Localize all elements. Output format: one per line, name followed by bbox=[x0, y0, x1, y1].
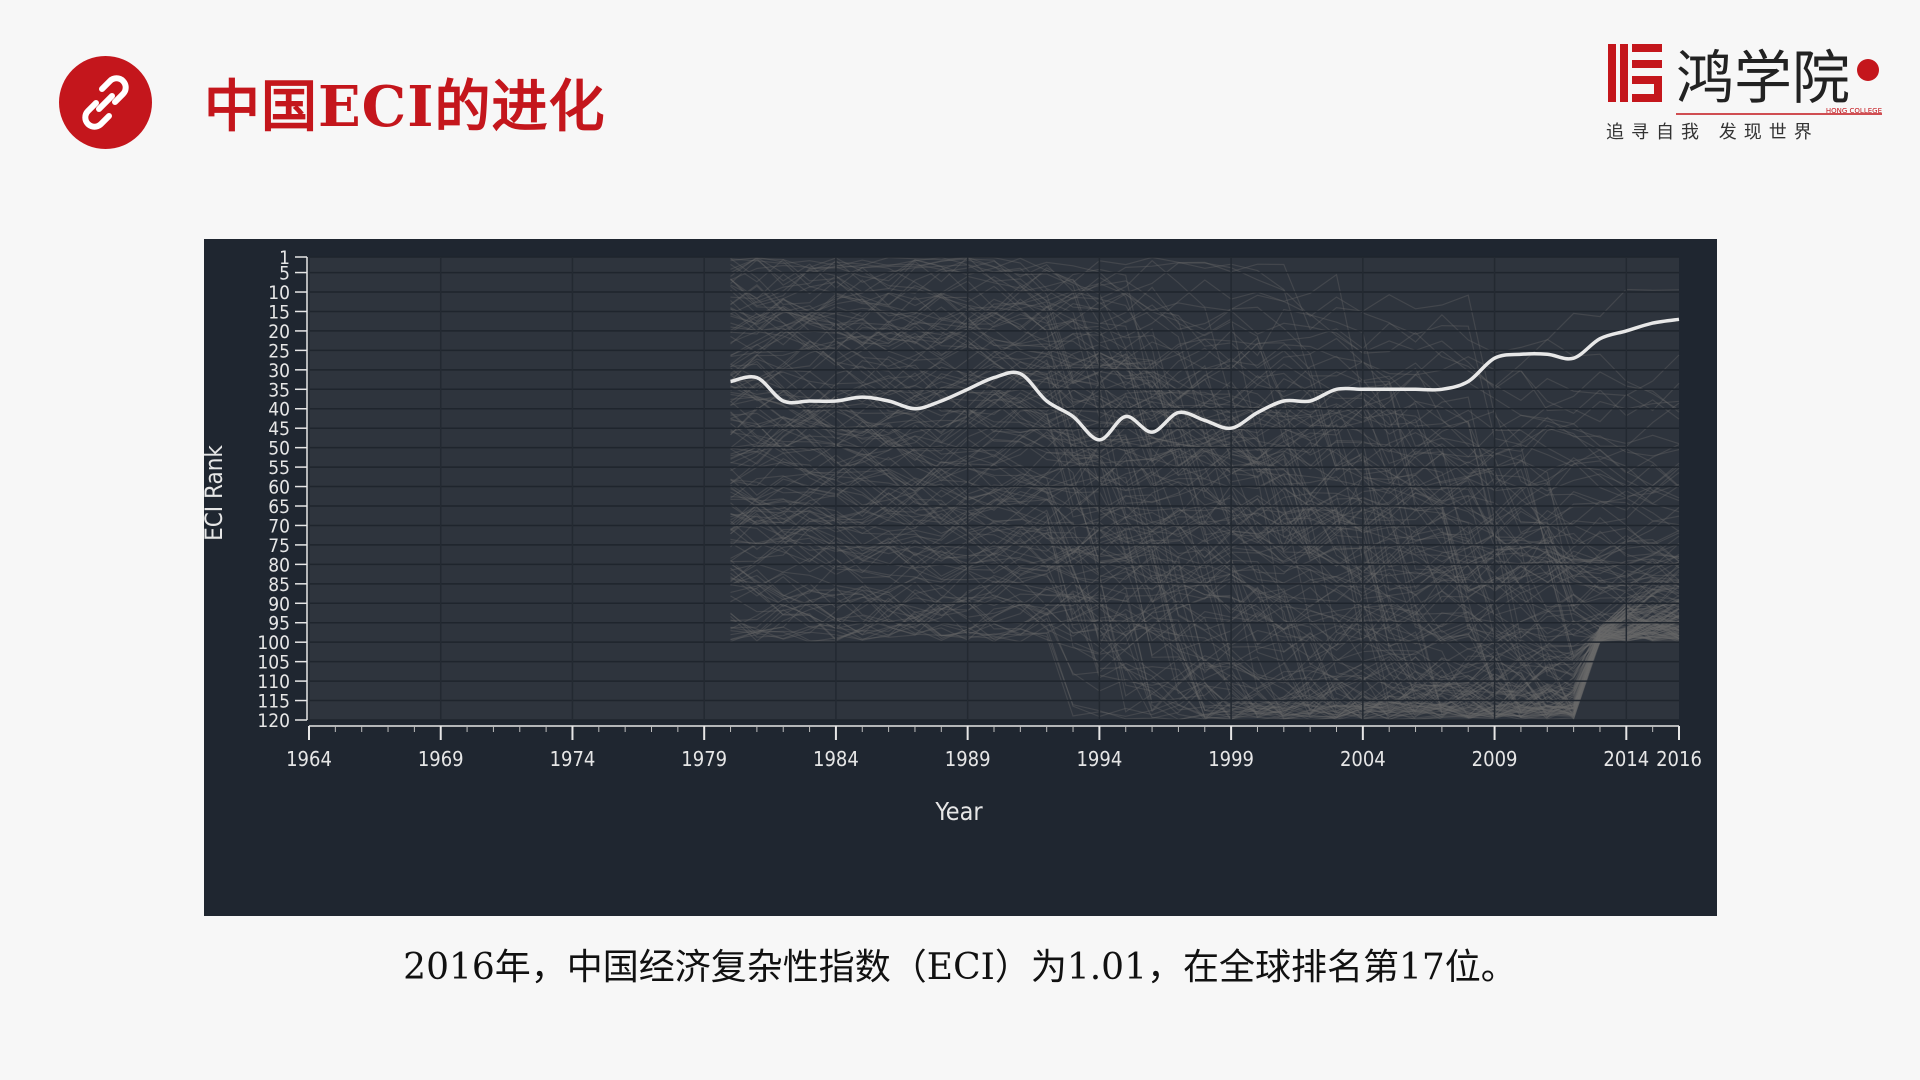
page-title: 中国ECI的进化 bbox=[204, 74, 606, 140]
logo-text: 鸿学院 bbox=[1676, 44, 1850, 112]
x-tick-label: 1984 bbox=[813, 747, 859, 771]
x-tick-label: 2004 bbox=[1340, 747, 1386, 771]
x-tick-label: 2016 bbox=[1656, 747, 1702, 771]
x-axis-label: Year bbox=[934, 797, 983, 826]
x-tick-label: 2009 bbox=[1472, 747, 1518, 771]
x-tick-label: 1994 bbox=[1076, 747, 1122, 771]
x-tick-label: 1969 bbox=[418, 747, 464, 771]
eci-rank-chart: 1 5 10 15 20 25 30 35 40 45 50 55 60 65 70 75 80 85 90 95 10… bbox=[204, 239, 1717, 916]
link-icon bbox=[59, 56, 152, 149]
chart-caption: 2016年，中国经济复杂性指数（ECI）为1.01，在全球排名第17位。 bbox=[403, 947, 1517, 988]
x-tick-label: 1979 bbox=[681, 747, 727, 771]
y-axis-label: ECI Rank bbox=[204, 445, 228, 541]
x-tick-label: 1999 bbox=[1208, 747, 1254, 771]
x-tick-label: 1989 bbox=[945, 747, 991, 771]
chart-svg: 1510152025303540455055606570758085909510… bbox=[204, 247, 1702, 826]
x-tick-label: 1964 bbox=[286, 747, 332, 771]
logo-english: HONG COLLEGE bbox=[1826, 107, 1882, 115]
x-tick-label: 1974 bbox=[550, 747, 596, 771]
y-tick-label: 120 bbox=[257, 710, 290, 732]
logo-slogan: 追寻自我 发现世界 bbox=[1606, 122, 1819, 143]
x-tick-label: 2014 bbox=[1603, 747, 1649, 771]
